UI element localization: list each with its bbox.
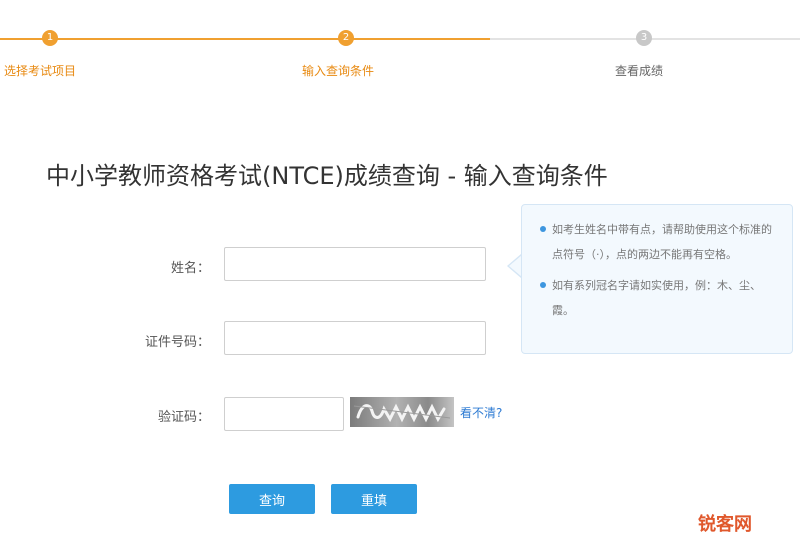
site-watermark: 锐客网 — [698, 514, 752, 535]
step-1-marker: 1 — [42, 30, 58, 46]
tip-item: 如有系列冠名字请如实使用，例：木、尘、霞。 — [540, 273, 780, 323]
name-input[interactable] — [224, 247, 486, 281]
step-2-label: 输入查询条件 — [302, 64, 375, 78]
id-number-input[interactable] — [224, 321, 486, 355]
page-title: 中小学教师资格考试(NTCE)成绩查询 - 输入查询条件 — [46, 162, 608, 190]
captcha-glyphs-icon — [353, 403, 451, 423]
tip-item: 如考生姓名中带有点，请帮助使用这个标准的点符号（·），点的两边不能再有空格。 — [540, 217, 780, 267]
step-progress-line-completed — [0, 38, 490, 40]
name-hint-tooltip: 如考生姓名中带有点，请帮助使用这个标准的点符号（·），点的两边不能再有空格。 如… — [521, 204, 793, 354]
tip-bullet-icon — [540, 226, 546, 232]
id-number-label: 证件号码： — [144, 335, 210, 350]
captcha-image[interactable] — [350, 397, 454, 427]
query-button[interactable]: 查询 — [229, 484, 315, 514]
tip-text: 如有系列冠名字请如实使用，例：木、尘、霞。 — [552, 279, 761, 317]
tip-text: 如考生姓名中带有点，请帮助使用这个标准的点符号（·），点的两边不能再有空格。 — [552, 223, 772, 261]
step-1-label: 选择考试项目 — [4, 64, 77, 78]
tip-bullet-icon — [540, 282, 546, 288]
captcha-label: 验证码： — [157, 410, 210, 425]
name-label: 姓名： — [170, 261, 210, 276]
captcha-refresh-link[interactable]: 看不清? — [460, 404, 502, 421]
step-3-label: 查看成绩 — [615, 64, 664, 78]
captcha-input[interactable] — [224, 397, 344, 431]
step-3-marker: 3 — [636, 30, 652, 46]
reset-button[interactable]: 重填 — [331, 484, 417, 514]
step-2-marker: 2 — [338, 30, 354, 46]
step-progress-bar: 1 选择考试项目 2 输入查询条件 3 查看成绩 — [0, 0, 800, 90]
